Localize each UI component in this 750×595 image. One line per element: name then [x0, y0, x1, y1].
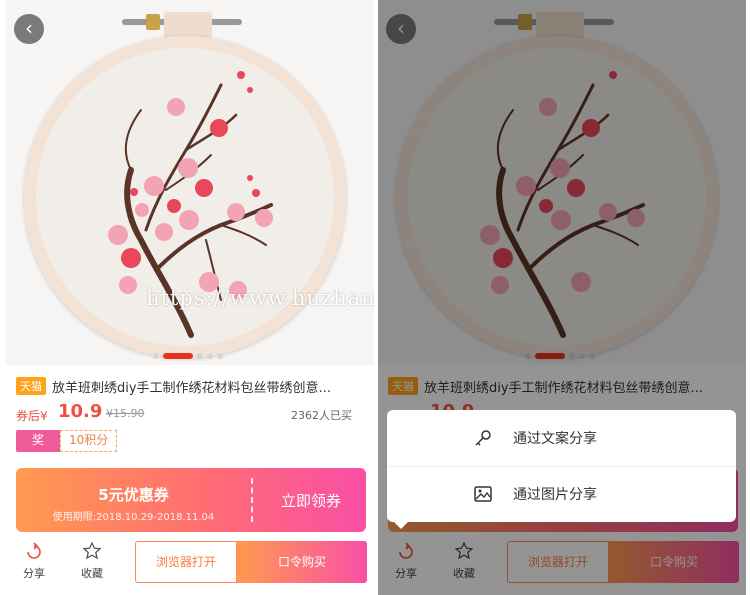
price: 10.9 — [58, 401, 103, 422]
product-title-row: 天猫 放羊班刺绣diy手工制作绣花材料包丝带绣创意... — [16, 375, 366, 397]
coupon-card[interactable]: 5元优惠券 使用期限:2018.10.29-2018.11.04 立即领券 — [16, 468, 366, 532]
share-popup: 通过文案分享 通过图片分享 — [387, 410, 736, 522]
carousel-dot — [207, 353, 213, 359]
product-detail-screen: ‹ https://www.huzhan.com/ishop12585 天猫 放… — [6, 0, 374, 595]
carousel-indicator — [153, 352, 223, 360]
image-icon — [474, 486, 492, 502]
coupon-validity: 使用期限:2018.10.29-2018.11.04 — [52, 512, 215, 523]
share-via-image-option[interactable]: 通过图片分享 — [387, 466, 736, 522]
product-detail-share-screen: ‹ 天猫 放羊班刺绣diy手工制作绣花材料包丝带绣创意... 券后¥ 10.9 … — [378, 0, 746, 595]
bottom-action-bar: 分享 收藏 浏览器打开 口令购买 — [6, 535, 374, 595]
share-popup-caret — [392, 520, 410, 529]
password-buy-button[interactable]: 口令购买 — [237, 541, 367, 583]
price-row: 券后¥ 10.9 ¥15.90 2362人已买 — [16, 401, 356, 425]
share-label: 分享 — [23, 567, 45, 580]
bonus-row: 奖 10积分 — [16, 430, 118, 452]
carousel-dot-active — [163, 353, 193, 359]
coupon-divider — [251, 478, 253, 522]
key-icon — [475, 430, 491, 446]
bonus-tag: 奖 — [16, 430, 60, 452]
share-via-image-label: 通过图片分享 — [513, 487, 597, 503]
carousel-dot — [197, 353, 203, 359]
coupon-title: 5元优惠券 — [98, 486, 169, 504]
original-price: ¥15.90 — [106, 407, 145, 420]
tmall-badge: 天猫 — [16, 377, 46, 395]
share-icon — [27, 542, 41, 559]
bonus-points: 10积分 — [60, 430, 118, 452]
share-via-text-option[interactable]: 通过文案分享 — [387, 410, 736, 466]
product-image-carousel[interactable]: ‹ https://www.huzhan.com/ishop12585 — [6, 0, 374, 365]
star-icon — [82, 541, 102, 560]
carousel-dot — [217, 353, 223, 359]
share-button[interactable]: 分享 — [12, 541, 56, 581]
product-title: 放羊班刺绣diy手工制作绣花材料包丝带绣创意... — [52, 380, 331, 396]
open-in-browser-button[interactable]: 浏览器打开 — [135, 541, 237, 583]
favorite-button[interactable]: 收藏 — [70, 541, 114, 581]
plum-blossom-embroidery — [108, 71, 273, 338]
chevron-left-icon: ‹ — [25, 16, 33, 40]
price-label: 券后¥ — [16, 409, 48, 423]
watermark: https://www.huzhan.com/ishop12585 — [146, 286, 374, 310]
share-via-text-label: 通过文案分享 — [513, 431, 597, 447]
favorite-label: 收藏 — [81, 567, 103, 580]
carousel-dot — [153, 353, 159, 359]
sold-count: 2362人已买 — [291, 409, 352, 422]
back-button[interactable]: ‹ — [14, 14, 44, 44]
claim-coupon-button[interactable]: 立即领券 — [256, 490, 366, 511]
